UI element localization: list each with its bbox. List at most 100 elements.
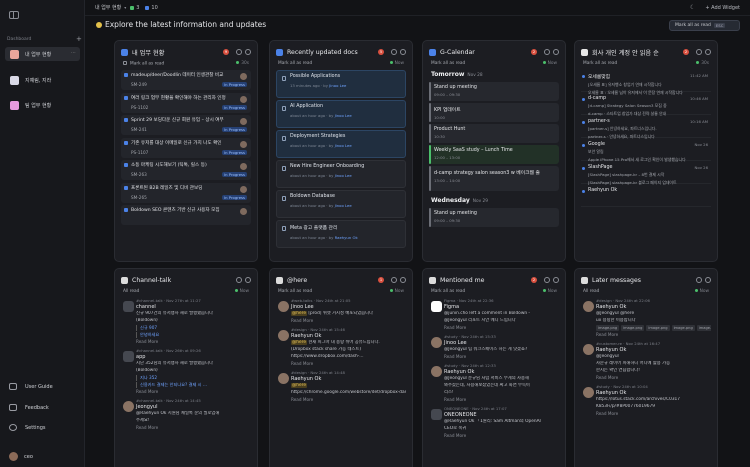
message-item[interactable]: #design · Nov 24th at 15:46 Raehyun Ok @he… — [276, 327, 406, 366]
image-attachment[interactable]: image.png — [646, 325, 670, 331]
doc-card[interactable]: New Hire Engineer Onboarding about an hou… — [276, 160, 406, 188]
message-item[interactable]: #design · Nov 24th at 14:48 Raehyun Ok @he… — [276, 370, 406, 402]
calendar-event[interactable]: Weekly SaaS study – Lunch Time 12:00 – 13… — [429, 145, 559, 164]
add-widget-button[interactable]: + Add Widget — [705, 5, 740, 11]
mail-item[interactable]: d-camp 10:46 AM [d-camp] Strategy Salon Se… — [581, 93, 711, 116]
settings-icon[interactable] — [245, 277, 251, 283]
calendar-event[interactable]: Product Hunt 10:30 — [429, 124, 559, 143]
task-card[interactable]: Boldown SEO 콘텐츠 기반 신규 사용자 모집 — [121, 205, 251, 225]
theme-toggle-icon[interactable]: ☾ — [690, 4, 695, 11]
mark-all-link[interactable]: Mark all as read — [278, 289, 312, 294]
doc-card[interactable]: Possible Applications 13 minutes ago · by… — [276, 70, 406, 98]
doc-author[interactable]: Jinoo Lee — [335, 203, 352, 208]
doc-author[interactable]: Jinoo Lee — [335, 143, 352, 148]
task-card[interactable]: 여러 링크 업무 현황을 확인해야 하는 관리자 인정 PS-1102 In Pro… — [121, 92, 251, 113]
read-more-link[interactable]: Read More — [444, 354, 559, 359]
refresh-icon[interactable] — [544, 277, 550, 283]
message-item[interactable]: #channel-talk · Nov 26th at 09:26 app 지난 3… — [121, 348, 251, 394]
read-more-link[interactable]: Read More — [136, 339, 251, 344]
sidebar-item-my-tasks[interactable]: 내 업무 현황 ⋯ — [5, 47, 80, 61]
message-link[interactable]: https://www.dropbox.com/dash-… — [291, 354, 406, 360]
mark-all-link[interactable]: Mark all as read — [130, 62, 164, 67]
refresh-icon[interactable] — [696, 277, 702, 283]
doc-author[interactable]: Jinoo Lee — [335, 113, 352, 118]
refresh-icon[interactable] — [236, 49, 242, 55]
breadcrumb[interactable]: 내 업무 현황 — [95, 4, 121, 11]
calendar-event[interactable]: KPI 업데이트 10:00 — [429, 103, 559, 122]
message-item[interactable]: #design · Nov 24th at 22:06 Raehyun Ok @Je… — [581, 298, 711, 337]
settings-link[interactable]: Settings — [9, 424, 46, 431]
doc-card[interactable]: AI Application about an hour ago · by Jin… — [276, 100, 406, 128]
read-more-link[interactable]: Read More — [444, 397, 559, 402]
mark-all-link[interactable]: Mark all as read — [431, 289, 465, 294]
settings-icon[interactable] — [553, 49, 559, 55]
message-item[interactable]: ONEONEONE · Nov 24th at 17:07 ONEONEONE @R… — [429, 406, 559, 438]
mail-item[interactable]: Google Nov 26 보안 알림 Apple iPhone 15 Pro에서 새… — [581, 139, 711, 162]
more-icon[interactable]: ⋯ — [71, 50, 76, 56]
task-card[interactable]: 소동 마케팅 시도해보기 (틱톡, 릴스 등) SM-263 In Progress — [121, 160, 251, 180]
settings-icon[interactable] — [400, 49, 406, 55]
settings-icon[interactable] — [245, 49, 251, 55]
add-dashboard-icon[interactable]: + — [76, 35, 82, 43]
chevron-down-icon[interactable]: ▾ — [124, 5, 126, 10]
message-item[interactable]: #channel-talk · Nov 24th at 14:45 Jeongyu… — [121, 398, 251, 430]
refresh-icon[interactable] — [391, 277, 397, 283]
refresh-icon[interactable] — [236, 277, 242, 283]
read-more-link[interactable]: Read More — [596, 332, 711, 337]
doc-card[interactable]: Meta 광고 플랫폼 관리 about an hour ago · by Rae… — [276, 220, 406, 248]
read-more-link[interactable]: Read More — [596, 375, 711, 380]
mark-all-link[interactable]: Mark all as read — [431, 61, 465, 66]
image-attachment[interactable]: image.png — [621, 325, 645, 331]
mail-item[interactable]: Raehyun Ok — [581, 185, 711, 207]
mail-item[interactable]: 오세롬맞힘 11:42 AM [오세롬 표] 유저행소 창업기 연재 시작합니다 오세… — [581, 70, 711, 95]
read-more-link[interactable]: Read More — [444, 433, 559, 438]
message-item[interactable]: #study · Nov 24th at 12:33 Raehyun Ok @Jeo… — [429, 363, 559, 402]
read-more-link[interactable]: Read More — [291, 397, 406, 402]
read-more-link[interactable]: Read More — [444, 325, 559, 330]
task-card[interactable]: 기존 유저를 대상 이메일로 신규 가치 나도 확인 PS-1107 In Prog… — [121, 137, 251, 158]
feedback-link[interactable]: Feedback — [9, 404, 49, 411]
image-attachment[interactable]: image.png — [671, 325, 695, 331]
image-attachment[interactable]: image.png — [596, 325, 620, 331]
doc-card[interactable]: Boldown Database about an hour ago · by J… — [276, 190, 406, 218]
mail-item[interactable]: SlashPage Nov 26 [SlashPage] slashpage-kr … — [581, 162, 711, 185]
sidebar-item-jira[interactable]: 지예림, 지라 — [5, 73, 80, 87]
read-more-link[interactable]: Read More — [136, 389, 251, 394]
mark-all-link[interactable]: Mark all as read — [583, 61, 617, 66]
user-menu[interactable]: ceo — [9, 452, 33, 461]
calendar-event[interactable]: Stand up meeting 09:00 – 09:30 — [429, 208, 559, 227]
message-item[interactable]: #web-talks · Nov 24th at 21:05 Jinoo Lee @… — [276, 298, 406, 323]
mail-item[interactable]: partner-s 10:16 AM [partner-s] 안녕하세요, 파트너스… — [581, 116, 711, 139]
mark-all-read-button[interactable]: Mark all as read ESC — [669, 20, 740, 31]
doc-author[interactable]: Jinoo Lee — [335, 173, 352, 178]
read-more-link[interactable]: Read More — [291, 361, 406, 366]
checkbox-icon[interactable] — [123, 61, 127, 65]
sidebar-item-team-tasks[interactable]: 팀 업무 현황 — [5, 98, 80, 112]
refresh-icon[interactable] — [544, 49, 550, 55]
read-more-link[interactable]: Read More — [291, 318, 406, 323]
doc-author[interactable]: Raehyun Ok — [335, 235, 358, 240]
doc-card[interactable]: Deployment Strategies about an hour ago ·… — [276, 130, 406, 158]
settings-icon[interactable] — [705, 277, 711, 283]
image-attachment[interactable]: image.png — [696, 325, 711, 331]
calendar-event[interactable]: d-camp strategy salon season3 w 베이크웹 줄 13… — [429, 166, 559, 191]
read-more-link[interactable]: Read More — [596, 411, 711, 416]
refresh-icon[interactable] — [696, 49, 702, 55]
task-card[interactable]: madeup/deer/Doodlin 데이터 인생관찰 비교 SM-249 In … — [121, 70, 251, 90]
message-item[interactable]: #study · Nov 24th at 15:33 Jinoo Lee @Jeon… — [429, 334, 559, 359]
settings-icon[interactable] — [400, 277, 406, 283]
calendar-event[interactable]: Stand up meeting 09:00 – 09:30 — [429, 82, 559, 101]
message-item[interactable]: #customer-re · Nov 24th at 16:47 Raehyun … — [581, 341, 711, 380]
message-item[interactable]: #study · Nov 24th at 10:04 Raehyun Ok http… — [581, 384, 711, 416]
settings-icon[interactable] — [705, 49, 711, 55]
settings-icon[interactable] — [553, 277, 559, 283]
task-card[interactable]: Sprint 29 보딩다운 신규 회원 유입 – 상시 여부 SM-241 In … — [121, 115, 251, 135]
message-item[interactable]: #channel-talk · Nov 27th at 11:27 channel… — [121, 298, 251, 344]
refresh-icon[interactable] — [391, 49, 397, 55]
doc-author[interactable]: Jinoo Lee — [329, 83, 346, 88]
message-link[interactable]: https://chrome.google.com/webstore/det/d… — [291, 390, 406, 396]
mark-all-link[interactable]: Mark all as read — [278, 61, 312, 66]
message-item[interactable]: Figma · Nov 24th at 22:36 Figma @junin.cho… — [429, 298, 559, 330]
user-guide-link[interactable]: User Guide — [9, 383, 53, 390]
sidebar-toggle-icon[interactable] — [9, 11, 19, 19]
